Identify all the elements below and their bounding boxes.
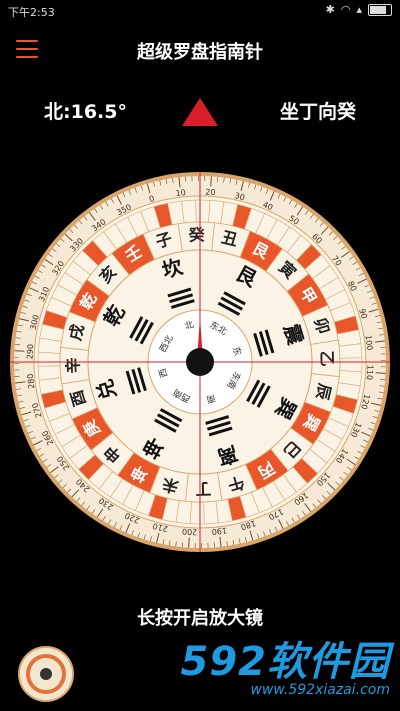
needle-hub (186, 348, 214, 376)
degree-label: 200 (182, 527, 198, 537)
degree-label: 10 (175, 188, 186, 198)
compass-thumbnail[interactable] (18, 646, 74, 702)
magnifier-hint: 长按开启放大镜 (137, 608, 263, 629)
north-arrow-icon (182, 98, 218, 126)
mountain-label: 辛 (63, 357, 82, 374)
status-time: 下午2:53 (8, 6, 55, 19)
heading-readout: 北:16.5° (44, 101, 127, 123)
bluetooth-icon: ✱ (325, 3, 335, 16)
signal-icon: ▴ (356, 3, 362, 16)
mountain-label: 乙 (317, 350, 336, 367)
degree-label: 110 (365, 364, 375, 380)
status-bar: 下午2:53 ✱ ◠ ▴ (0, 0, 400, 22)
degree-label: 280 (26, 373, 37, 389)
watermark-text: 软件园 (267, 639, 390, 685)
compass-dial[interactable]: 010 20 30405060708090100110120130140150160… (8, 170, 392, 554)
app-title: 超级罗盘指南针 (137, 42, 263, 63)
degree-label: 190 (211, 526, 227, 537)
watermark: 592软件园 www.592xiazai.com (181, 640, 391, 698)
status-icons: ✱ ◠ ▴ (326, 3, 392, 16)
degree-label: 20 (205, 188, 216, 198)
mountain-label: 丁 (195, 479, 212, 498)
degree-label: 100 (364, 335, 375, 351)
app-bar: 超级罗盘指南针 (0, 30, 400, 70)
sitting-direction: 坐丁向癸 (279, 101, 356, 123)
mountain-label: 癸 (187, 225, 205, 244)
degree-label: 290 (25, 344, 35, 360)
watermark-number: 592 (180, 639, 267, 685)
wifi-icon: ◠ (340, 3, 351, 16)
battery-icon (368, 3, 392, 16)
